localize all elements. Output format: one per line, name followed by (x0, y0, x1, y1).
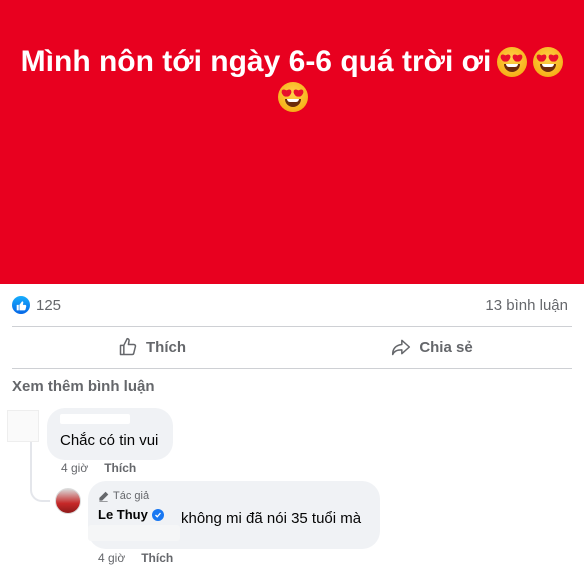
reply-thread-line (30, 442, 50, 502)
commenter-name-redacted (60, 414, 130, 424)
reaction-summary[interactable]: 125 (12, 296, 61, 314)
share-button[interactable]: Chia sẻ (292, 327, 572, 367)
reply-text: không mi đã nói 35 tuổi mà (181, 510, 362, 527)
verified-badge-icon (151, 508, 164, 521)
author-tag-label: Tác giả (113, 490, 150, 502)
thumbs-up-icon (119, 337, 137, 356)
post-screenshot: Mình nôn tới ngày 6-6 quá trời ơi 125 13… (0, 0, 584, 569)
avatar[interactable] (7, 410, 39, 442)
banner-line-1: Mình nôn tới ngày 6-6 quá trời ơi (21, 42, 564, 82)
reply-meta: 4 giờ Thích (98, 551, 173, 565)
pencil-icon (99, 491, 109, 502)
mention-redacted (88, 525, 180, 541)
reply-bubble: Tác giả Le Thuy không mi đã nói 35 tuổi … (88, 481, 380, 549)
share-button-label: Chia sẻ (419, 338, 473, 356)
comment-text: Chắc có tin vui (60, 432, 159, 449)
author-avatar[interactable] (55, 488, 81, 514)
comment-time[interactable]: 4 giờ (61, 461, 88, 475)
banner-text: Mình nôn tới ngày 6-6 quá trời ơi (20, 45, 492, 78)
see-more-comments-link[interactable]: Xem thêm bình luận (12, 378, 155, 395)
post-banner: Mình nôn tới ngày 6-6 quá trời ơi (0, 0, 584, 284)
heart-eyes-emoji-icon (497, 47, 528, 77)
divider (12, 368, 572, 369)
share-arrow-icon (392, 339, 411, 356)
heart-eyes-emoji-icon (278, 82, 308, 112)
heart-eyes-emoji-icon (533, 47, 564, 77)
comment-count[interactable]: 13 bình luận (485, 297, 568, 314)
like-reaction-icon (12, 296, 30, 314)
author-badge: Tác giả (98, 489, 368, 503)
like-count: 125 (36, 296, 62, 314)
post-stats: 125 13 bình luận (0, 284, 584, 326)
like-button[interactable]: Thích (12, 327, 292, 367)
comment-like-link[interactable]: Thích (104, 461, 136, 475)
action-bar: Thích Chia sẻ (12, 327, 572, 367)
comment-meta: 4 giờ Thích (61, 461, 136, 475)
banner-line-2 (276, 82, 308, 112)
reply-time[interactable]: 4 giờ (98, 551, 125, 565)
like-button-label: Thích (146, 338, 186, 356)
author-name-text: Le Thuy (98, 507, 148, 522)
reply-like-link[interactable]: Thích (141, 551, 173, 565)
